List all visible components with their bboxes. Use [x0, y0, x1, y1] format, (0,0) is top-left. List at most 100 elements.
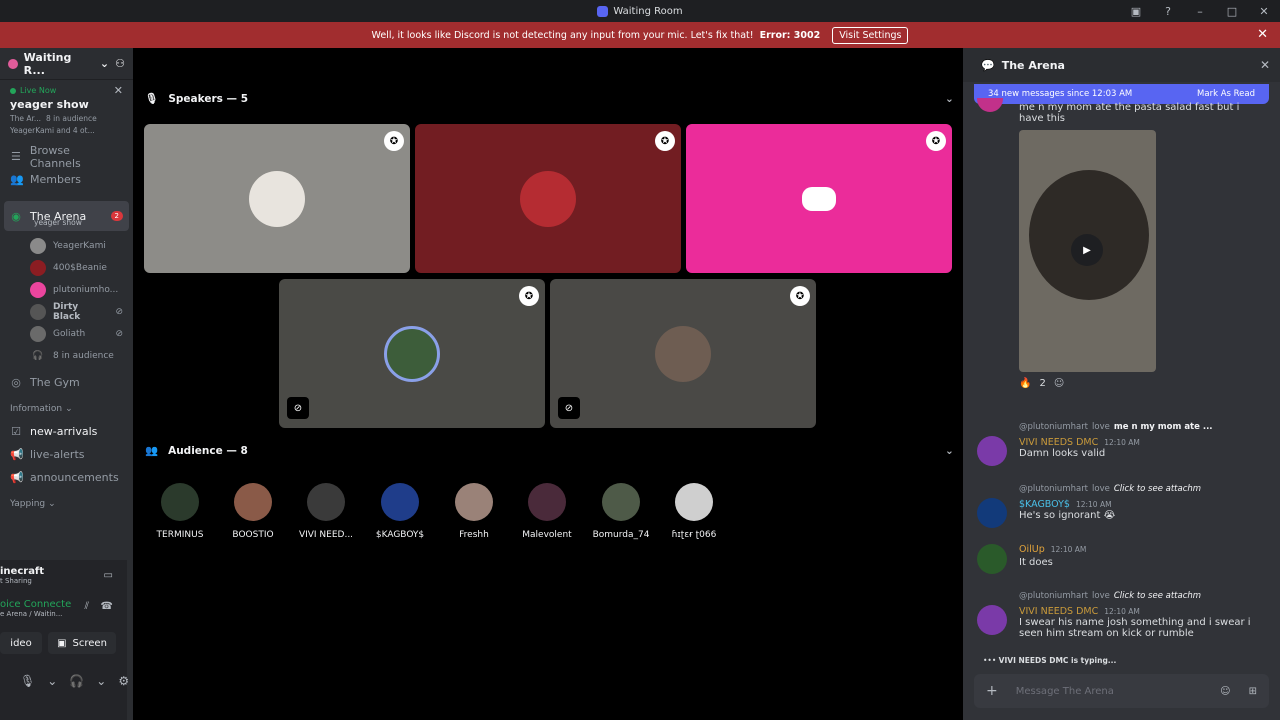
disconnect-icon[interactable]: ☎ [101, 601, 113, 612]
inbox-icon[interactable]: ▣ [1120, 5, 1152, 18]
chevron-down-icon[interactable]: ⌄ [47, 674, 57, 688]
avatar [528, 483, 566, 521]
help-icon[interactable]: ? [1152, 5, 1184, 18]
members-link[interactable]: 👥 Members [0, 168, 133, 191]
typing-text: VIVI NEEDS DMC is typing... [998, 656, 1117, 665]
add-attachment-icon[interactable]: + [986, 683, 998, 699]
noise-suppression-icon[interactable]: ⫽ [85, 601, 89, 612]
pin-icon[interactable]: ✪ [655, 131, 675, 151]
channel-new-arrivals[interactable]: ☑ new-arrivals [0, 420, 133, 443]
speaker-tile[interactable]: ✪ [144, 124, 410, 273]
username[interactable]: OilUp [1019, 544, 1045, 555]
avatar [520, 170, 576, 227]
speaker-tile[interactable]: ✪ [686, 124, 952, 273]
headphones-icon: 🎧 [32, 351, 44, 361]
voice-member[interactable]: plutoniumho... [0, 279, 133, 301]
chevron-down-icon: ⌄ [65, 404, 73, 414]
audience-member[interactable]: Bomurda_74 [586, 483, 656, 540]
avatar [30, 260, 46, 276]
voice-member[interactable]: 400$Beanie [0, 257, 133, 279]
speaker-tile[interactable]: ✪ ⊘ [279, 279, 545, 428]
username[interactable]: VIVI NEEDS DMC [1019, 606, 1098, 617]
category-information[interactable]: Information ⌄ [0, 398, 133, 420]
screen-button[interactable]: ▣ Screen [48, 632, 116, 654]
audience-header[interactable]: 👥 Audience — 8 ⌄ [145, 444, 954, 458]
emoji-icon[interactable]: ☺ [1220, 686, 1230, 697]
visit-settings-button[interactable]: Visit Settings [832, 26, 909, 44]
close-banner-icon[interactable]: ✕ [1257, 27, 1268, 42]
avatar [977, 498, 1007, 528]
chevron-down-icon[interactable]: ⌄ [945, 93, 954, 105]
timestamp: 12:10 AM [1075, 500, 1112, 509]
avatar [161, 483, 199, 521]
message-input[interactable]: + Message The Arena ☺ ⊞ [974, 674, 1269, 708]
speakers-label: Speakers — 5 [168, 92, 248, 105]
reply-user: @plutoniumhart [1019, 484, 1089, 494]
add-member-icon[interactable]: ⚇ [115, 57, 125, 70]
voice-member[interactable]: Goliath ⊘ [0, 323, 133, 345]
message: OilUp 12:10 AM It does [977, 544, 1267, 574]
channel-live-alerts[interactable]: 📢 live-alerts [0, 443, 133, 466]
mention-badge: 2 [110, 211, 123, 221]
headphones-icon[interactable]: 🎧 [69, 674, 84, 688]
apps-icon[interactable]: ⊞ [1249, 686, 1257, 697]
chevron-down-icon[interactable]: ⌄ [945, 445, 954, 457]
category-yapping[interactable]: Yapping ⌄ [0, 493, 133, 515]
avatar [455, 483, 493, 521]
reply-text[interactable]: me n my mom ate ... [1114, 422, 1213, 432]
reply-text[interactable]: Click to see attachm [1114, 591, 1201, 601]
announcement-icon: 📢 [10, 448, 24, 461]
server-header[interactable]: Waiting R... ⌄ ⚇ [0, 48, 133, 80]
audience-count[interactable]: 🎧 8 in audience [0, 345, 133, 367]
username[interactable]: VIVI NEEDS DMC [1019, 437, 1098, 448]
audience-member[interactable]: TERMINUS [145, 483, 215, 540]
reply-tag: love [1092, 484, 1110, 494]
video-button[interactable]: ideo [0, 632, 42, 654]
close-chat-icon[interactable]: ✕ [1260, 58, 1270, 72]
mic-icon[interactable]: 🎙 [20, 674, 35, 688]
audience-member[interactable]: Malevolent [512, 483, 582, 540]
mark-as-read-button[interactable]: Mark As Read [1197, 89, 1255, 99]
close-window-button[interactable]: ✕ [1248, 5, 1280, 18]
audience-member[interactable]: ɦɪʈɛɍ ʈ066 [659, 483, 729, 540]
pin-icon[interactable]: ✪ [519, 286, 539, 306]
pin-icon[interactable]: ✪ [384, 131, 404, 151]
play-icon[interactable]: ▶ [1071, 234, 1103, 266]
speaker-tile[interactable]: ✪ [415, 124, 681, 273]
speakers-header[interactable]: 🎙 Speakers — 5 ⌄ [145, 92, 954, 106]
reply-user: @plutoniumhart [1019, 591, 1089, 601]
gear-icon[interactable]: ⚙ [118, 674, 129, 688]
browse-channels[interactable]: ☰ Browse Channels [0, 144, 133, 170]
maximize-button[interactable]: □ [1216, 5, 1248, 18]
pin-icon[interactable]: ✪ [926, 131, 946, 151]
new-messages-bar[interactable]: 34 new messages since 12:03 AM Mark As Re… [974, 84, 1269, 104]
avatar [234, 483, 272, 521]
username[interactable]: $KAGBOY$ [1019, 499, 1070, 510]
channel-announcements[interactable]: 📢 announcements [0, 466, 133, 489]
audience-member[interactable]: VIVI NEED... [291, 483, 361, 540]
live-stage-card[interactable]: Live Now ✕ yeager show The Ar... 8 in aud… [0, 80, 133, 139]
member-name: Dirty Black [52, 302, 81, 322]
voice-member[interactable]: Dirty Black ⊘ [0, 301, 133, 323]
mute-icon: ⊘ [115, 329, 123, 339]
reply-text[interactable]: Click to see attachm [1114, 484, 1201, 494]
speaker-tile[interactable]: ✪ ⊘ [550, 279, 816, 428]
channel-the-arena[interactable]: ◉ The Arena 2 yeager show [4, 201, 129, 231]
channel-the-gym[interactable]: ◎ The Gym [0, 371, 133, 394]
voice-connected-status[interactable]: oice Connecte e Arena / Waitin... ⫽ ☎ [0, 599, 127, 618]
video-attachment[interactable]: ▶ [1019, 130, 1156, 372]
audience-member[interactable]: $KAGBOY$ [365, 483, 435, 540]
chevron-down-icon[interactable]: ⌄ [96, 674, 106, 688]
browse-icon: ☰ [10, 150, 21, 163]
stage-icon: ◎ [11, 376, 21, 389]
reaction[interactable]: 🔥 2 ☺ [1019, 378, 1267, 389]
minimize-button[interactable]: – [1184, 5, 1216, 18]
add-reaction-icon[interactable]: ☺ [1054, 378, 1064, 389]
voice-member[interactable]: YeagerKami [0, 235, 133, 257]
close-live-icon[interactable]: ✕ [114, 84, 123, 97]
pin-icon[interactable]: ✪ [790, 286, 810, 306]
audience-member[interactable]: BOOSTIO [218, 483, 288, 540]
channel-sidebar: Waiting R... ⌄ ⚇ Live Now ✕ yeager show … [0, 48, 133, 720]
audience-member[interactable]: Freshh [439, 483, 509, 540]
screen-share-icon[interactable]: ▭ [104, 570, 113, 581]
